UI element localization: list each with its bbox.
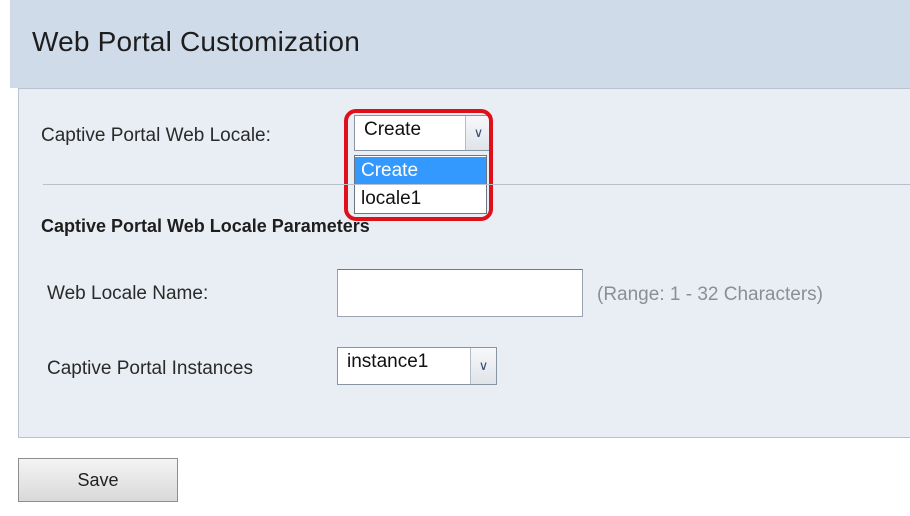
divider	[43, 184, 910, 185]
page-title: Web Portal Customization	[32, 26, 360, 57]
page-header: Web Portal Customization	[10, 0, 910, 88]
instances-label: Captive Portal Instances	[47, 358, 253, 379]
web-locale-name-label: Web Locale Name:	[47, 283, 209, 304]
web-locale-name-input[interactable]	[337, 269, 583, 317]
save-button[interactable]: Save	[18, 458, 178, 502]
instances-select-value: instance1	[347, 351, 429, 372]
locale-label: Captive Portal Web Locale:	[41, 125, 271, 146]
instances-select[interactable]: instance1 ∨	[337, 347, 497, 385]
web-locale-name-hint: (Range: 1 - 32 Characters)	[597, 284, 823, 305]
settings-panel: Captive Portal Web Locale: Create ∨ Crea…	[18, 88, 910, 438]
chevron-down-icon[interactable]: ∨	[470, 348, 496, 384]
parameters-section-title: Captive Portal Web Locale Parameters	[41, 216, 370, 236]
highlight-annotation	[344, 109, 493, 221]
